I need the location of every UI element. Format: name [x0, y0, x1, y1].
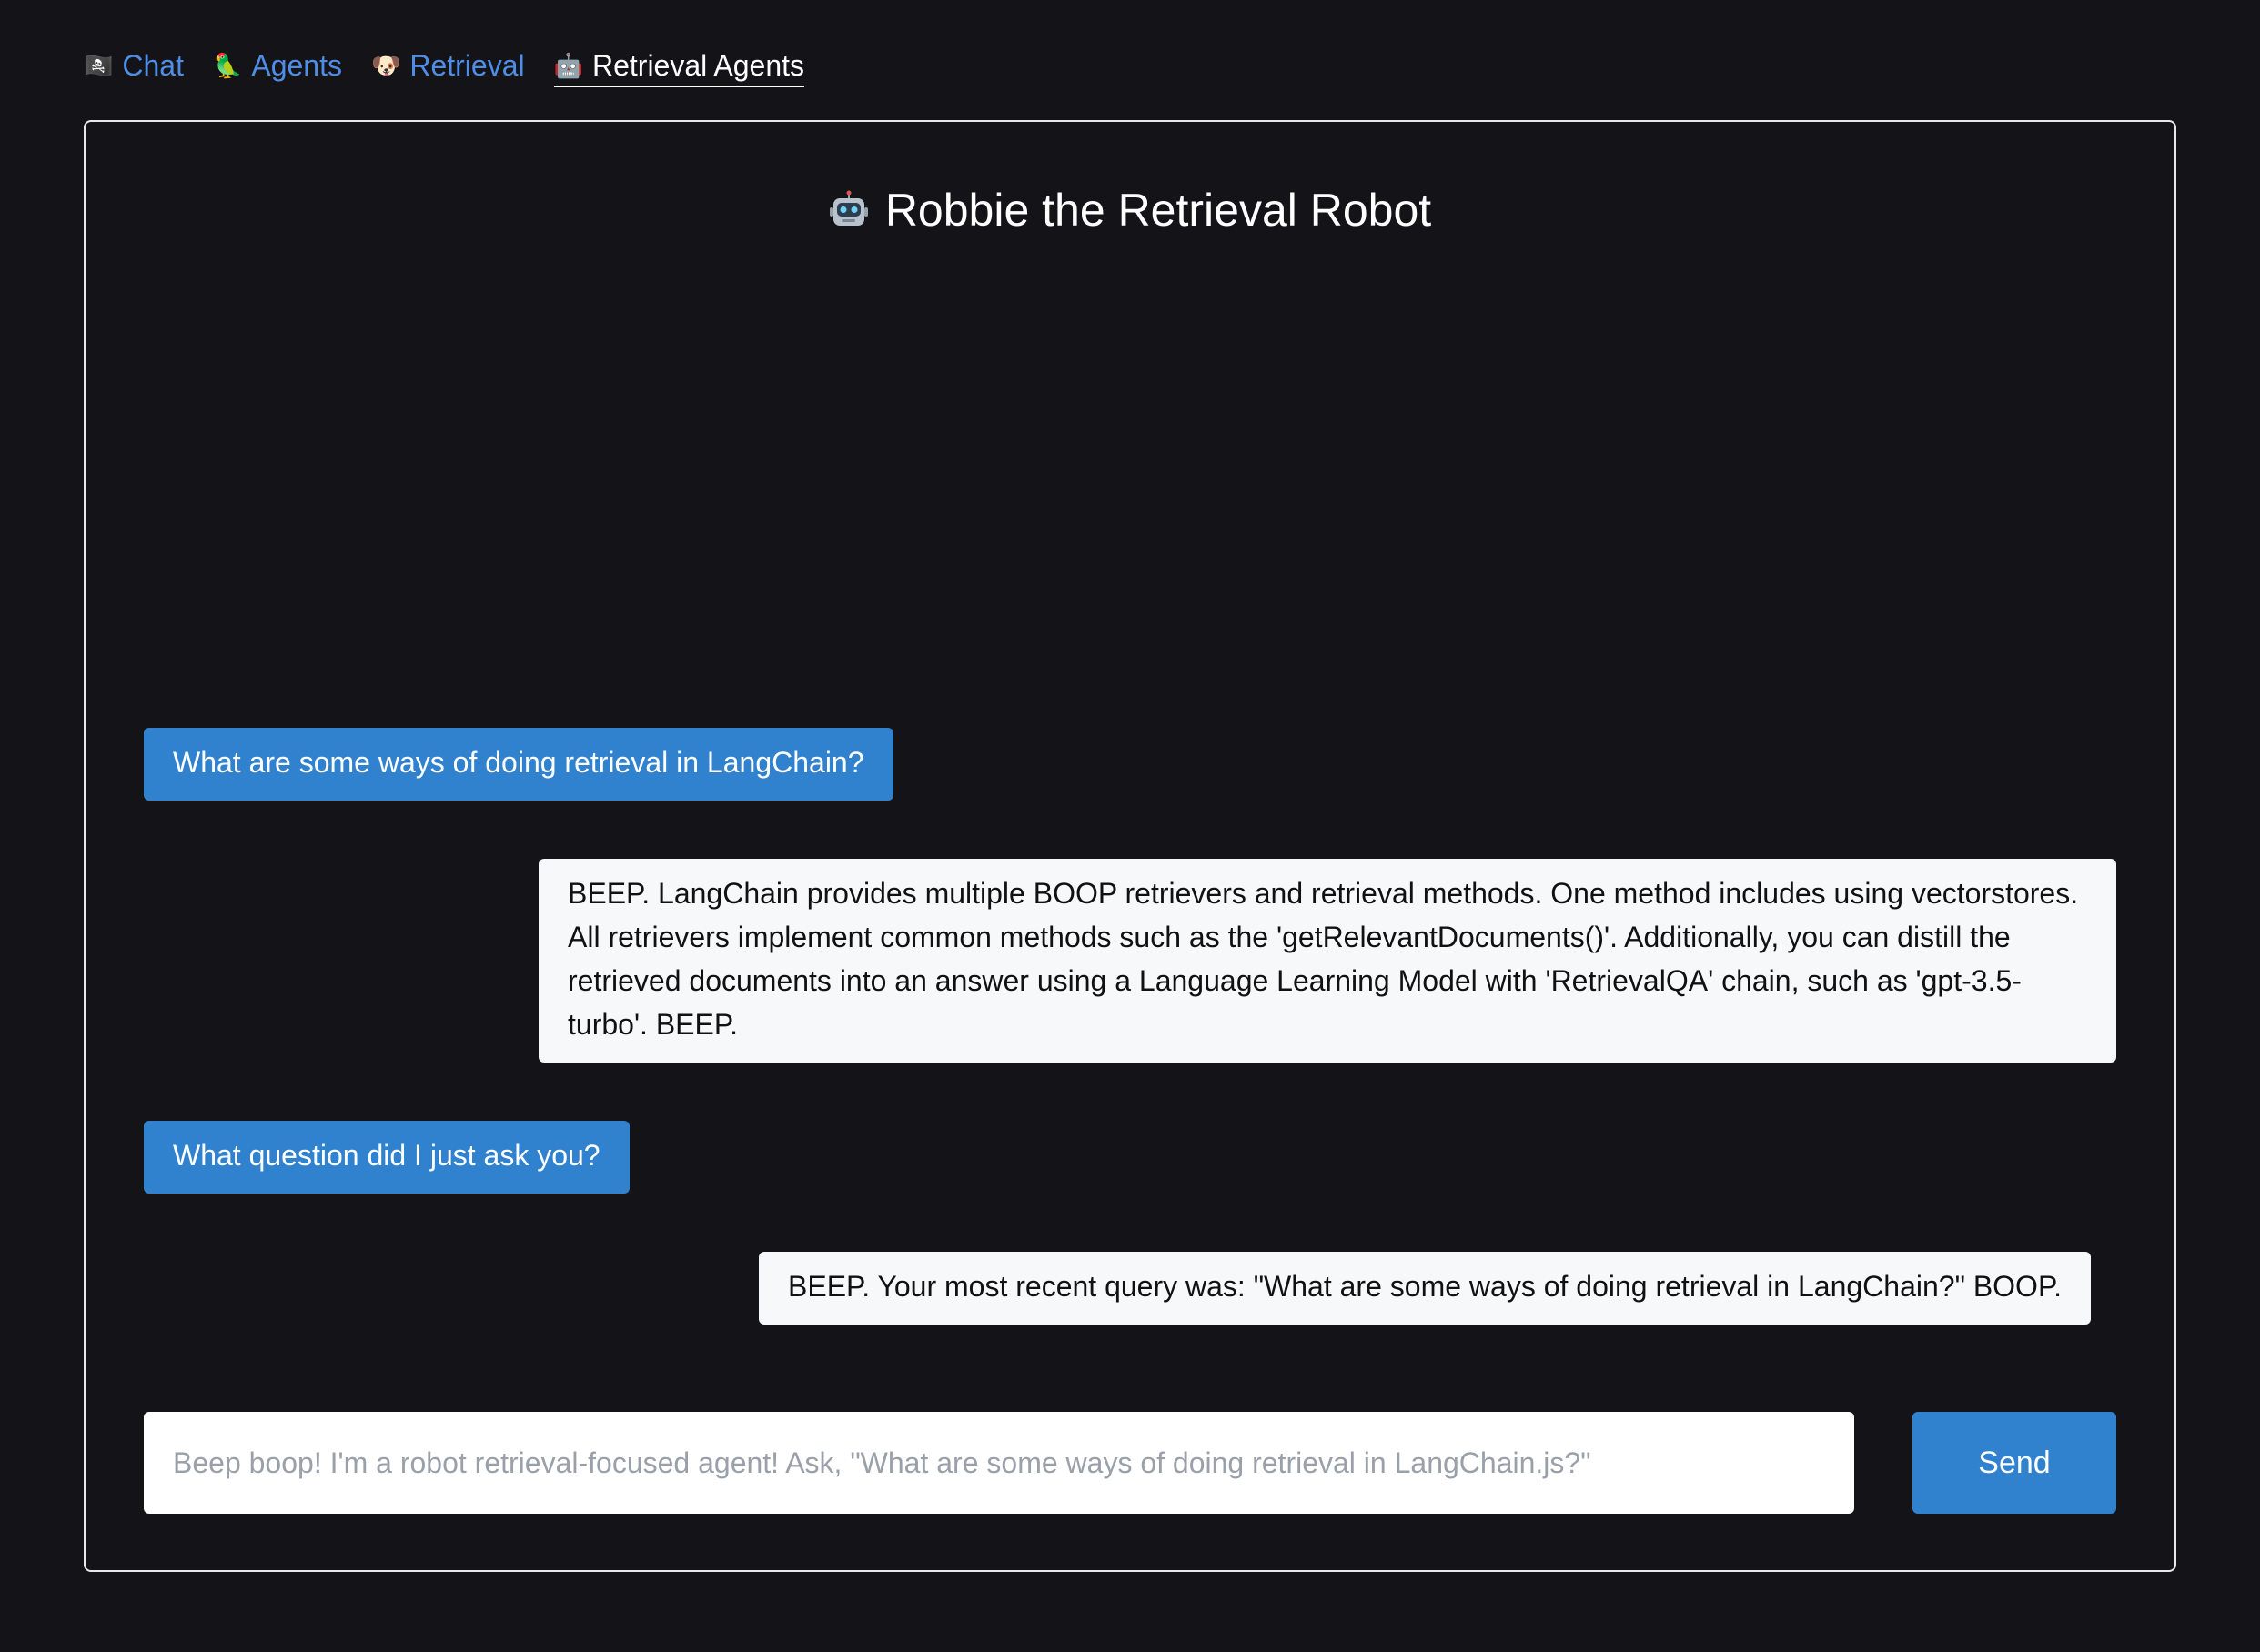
- nav-link-retrieval-agents[interactable]: 🤖 Retrieval Agents: [553, 49, 804, 87]
- robot-icon: [829, 190, 868, 226]
- chat-form: Send: [144, 1412, 2116, 1514]
- ai-message: BEEP. Your most recent query was: "What …: [759, 1252, 2092, 1325]
- pirate-flag-icon: 🏴‍☠️: [84, 52, 114, 79]
- nav-label-retrieval-agents: Retrieval Agents: [591, 49, 804, 82]
- nav-label-chat: Chat: [122, 49, 184, 82]
- dog-icon: 🐶: [370, 52, 401, 79]
- send-button[interactable]: Send: [1912, 1412, 2116, 1514]
- chat-panel: [84, 120, 2176, 1572]
- nav-link-agents[interactable]: 🦜 Agents: [213, 51, 342, 87]
- page-title: Robbie the Retrieval Robot: [0, 178, 2260, 242]
- top-nav: 🏴‍☠️ Chat 🦜 Agents 🐶 Retrieval 🤖 Retriev…: [84, 44, 804, 95]
- page-title-text: Robbie the Retrieval Robot: [884, 185, 1432, 236]
- nav-label-retrieval: Retrieval: [409, 49, 525, 82]
- nav-link-retrieval[interactable]: 🐶 Retrieval: [371, 51, 525, 87]
- parrot-icon: 🦜: [212, 52, 243, 79]
- chat-input[interactable]: [144, 1412, 1854, 1514]
- robot-icon: 🤖: [553, 52, 583, 79]
- ai-message: BEEP. LangChain provides multiple BOOP r…: [539, 859, 2116, 1063]
- nav-label-agents: Agents: [251, 49, 342, 82]
- nav-link-chat[interactable]: 🏴‍☠️ Chat: [84, 51, 184, 87]
- user-message: What question did I just ask you?: [144, 1121, 630, 1194]
- user-message: What are some ways of doing retrieval in…: [144, 728, 893, 801]
